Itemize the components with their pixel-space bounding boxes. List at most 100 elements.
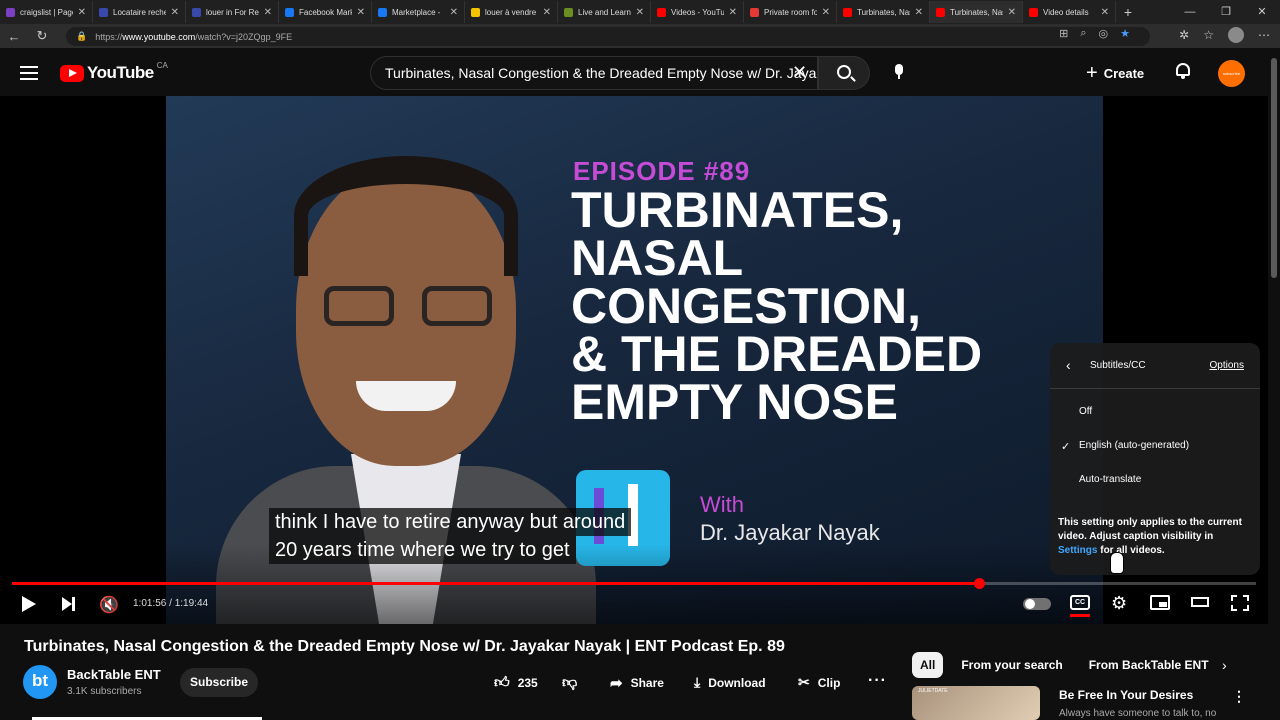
browser-tab[interactable]: louer in For Rent ✕ xyxy=(186,1,279,23)
close-tab-icon[interactable]: ✕ xyxy=(543,7,551,18)
voice-search-mic-icon[interactable] xyxy=(894,64,904,80)
tab-favicon-icon xyxy=(843,7,852,17)
like-button[interactable]: 👍︎ 235 xyxy=(484,668,548,697)
close-tab-icon[interactable]: ✕ xyxy=(78,7,86,18)
reload-icon[interactable]: ↻ xyxy=(28,28,56,44)
download-icon: ⤓ xyxy=(694,674,701,690)
chip-from-your-search[interactable]: From your search xyxy=(953,652,1070,678)
dislike-button[interactable]: 👎︎ xyxy=(552,668,588,697)
progress-bar[interactable] xyxy=(12,578,1256,589)
next-video-icon[interactable] xyxy=(62,597,75,611)
close-tab-icon[interactable]: ✕ xyxy=(357,7,365,18)
play-icon[interactable] xyxy=(22,596,36,612)
create-label: Create xyxy=(1103,66,1145,81)
search-button[interactable] xyxy=(818,56,870,90)
page-scrollbar[interactable] xyxy=(1268,48,1280,720)
browser-tab[interactable]: Turbinates, Nasal ✕ xyxy=(930,1,1023,23)
hamburger-menu-icon[interactable] xyxy=(20,66,38,80)
settings-gear-icon[interactable]: ⚙ xyxy=(1111,593,1127,614)
subtitles-menu: ‹ Subtitles/CC Options Off ✓ English (au… xyxy=(1050,343,1260,575)
share-arrow-icon: ➦ xyxy=(610,674,623,692)
theater-mode-icon[interactable] xyxy=(1191,597,1209,607)
profile-avatar[interactable] xyxy=(1228,27,1244,43)
browser-tab[interactable]: Locataire recherche ✕ xyxy=(93,1,186,23)
browser-tab[interactable]: Facebook Marketplace ✕ xyxy=(279,1,372,23)
browser-tab[interactable]: Live and Learn ✕ xyxy=(558,1,651,23)
share-button[interactable]: ➦ Share xyxy=(600,668,674,697)
tab-label: louer à vendre xyxy=(485,7,537,17)
browser-tab[interactable]: louer à vendre ✕ xyxy=(465,1,558,23)
account-avatar[interactable]: subscribe xyxy=(1218,60,1245,87)
window-controls: — ❐ ✕ xyxy=(1172,0,1280,24)
tab-favicon-icon xyxy=(750,7,759,17)
browser-tab[interactable]: Video details ✕ xyxy=(1023,1,1116,23)
youtube-logo[interactable]: YouTube CA xyxy=(60,61,168,83)
browser-tab[interactable]: Private room for ✕ xyxy=(744,1,837,23)
url-host: www.youtube.com xyxy=(122,31,196,42)
browser-tab[interactable]: craigslist | Page ✕ xyxy=(0,1,93,23)
autoplay-toggle[interactable] xyxy=(1023,598,1051,610)
search-input[interactable]: Turbinates, Nasal Congestion & the Dread… xyxy=(370,56,818,90)
clear-search-icon[interactable]: ✕ xyxy=(792,62,807,83)
browser-tab[interactable]: Marketplace - ✕ xyxy=(372,1,465,23)
recommendation-more-icon[interactable]: ⋮ xyxy=(1232,688,1246,705)
close-tab-icon[interactable]: ✕ xyxy=(636,7,644,18)
extensions-icon[interactable]: ✲ xyxy=(1179,28,1189,42)
more-menu-icon[interactable]: ⋯ xyxy=(1258,28,1270,42)
close-tab-icon[interactable]: ✕ xyxy=(171,7,179,18)
fullscreen-icon[interactable] xyxy=(1231,595,1249,611)
url-prefix: https:// xyxy=(95,31,123,42)
recommendation-title[interactable]: Be Free In Your Desires xyxy=(1059,688,1193,702)
more-actions-icon[interactable]: ··· xyxy=(868,672,887,690)
chevron-left-icon[interactable]: ‹ xyxy=(1066,357,1071,373)
subscribe-button[interactable]: Subscribe xyxy=(180,668,258,697)
chevron-right-icon[interactable]: › xyxy=(1222,657,1227,673)
app-available-icon[interactable]: ⊞ xyxy=(1059,27,1068,40)
tab-label: Marketplace - xyxy=(392,7,441,17)
channel-avatar[interactable]: bt xyxy=(23,665,57,699)
new-tab-button[interactable]: + xyxy=(1116,4,1140,20)
recommendation-thumbnail[interactable]: JULIETDATE xyxy=(912,686,1040,720)
favorite-star-icon[interactable]: ★ xyxy=(1120,27,1130,40)
restore-icon[interactable]: ❐ xyxy=(1208,0,1244,24)
download-button[interactable]: ⤓ Download xyxy=(684,668,776,697)
subtitle-option-auto-translate[interactable]: Auto-translate xyxy=(1079,474,1141,485)
scrubber-handle[interactable] xyxy=(973,578,985,589)
browser-tab[interactable]: Turbinates, Nasal ✕ xyxy=(837,1,930,23)
options-link[interactable]: Options xyxy=(1210,360,1244,371)
chip-from-channel[interactable]: From BackTable ENT xyxy=(1081,652,1217,678)
close-tab-icon[interactable]: ✕ xyxy=(915,7,923,18)
settings-link[interactable]: Settings xyxy=(1058,545,1097,556)
video-player[interactable]: EPISODE #89 TURBINATES, NASAL CONGESTION… xyxy=(0,96,1268,624)
thumbs-down-icon: 👎︎ xyxy=(562,673,578,691)
close-tab-icon[interactable]: ✕ xyxy=(264,7,272,18)
recommendation-subtitle: Always have someone to talk to, no xyxy=(1059,708,1217,719)
zoom-icon[interactable]: ⌕ xyxy=(1080,27,1086,40)
subtitle-option-english[interactable]: English (auto-generated) xyxy=(1079,440,1189,451)
create-button[interactable]: + Create xyxy=(1086,62,1144,85)
muted-volume-icon[interactable]: 🔇 xyxy=(99,595,119,615)
back-icon[interactable]: ← xyxy=(0,29,28,44)
minimize-icon[interactable]: — xyxy=(1172,0,1208,24)
close-tab-icon[interactable]: ✕ xyxy=(1008,7,1016,18)
notifications-bell-icon[interactable] xyxy=(1174,63,1192,81)
url-field[interactable]: 🔒 https://www.youtube.com/watch?v=j20ZQg… xyxy=(66,27,1150,46)
tracking-prevention-icon[interactable]: ◎ xyxy=(1099,27,1109,40)
close-tab-icon[interactable]: ✕ xyxy=(729,7,737,18)
chip-all[interactable]: All xyxy=(912,652,944,678)
clip-button[interactable]: ✂ Clip xyxy=(788,668,851,697)
subtitle-option-off[interactable]: Off xyxy=(1079,406,1092,417)
close-tab-icon[interactable]: ✕ xyxy=(1101,7,1109,18)
browser-tab[interactable]: Videos - YouTube ✕ xyxy=(651,1,744,23)
close-window-icon[interactable]: ✕ xyxy=(1244,0,1280,24)
channel-name[interactable]: BackTable ENT xyxy=(67,667,161,682)
miniplayer-icon[interactable] xyxy=(1150,595,1170,610)
url-path: /watch?v=j20ZQgp_9FE xyxy=(195,31,293,42)
subtitles-cc-icon[interactable]: CC xyxy=(1070,595,1090,610)
like-count: 235 xyxy=(517,675,538,690)
favorites-icon[interactable]: ☆ xyxy=(1203,28,1214,42)
close-tab-icon[interactable]: ✕ xyxy=(450,7,458,18)
scrollbar-thumb[interactable] xyxy=(1271,58,1277,278)
episode-title: TURBINATES, NASAL CONGESTION, & THE DREA… xyxy=(571,185,1081,427)
close-tab-icon[interactable]: ✕ xyxy=(822,7,830,18)
